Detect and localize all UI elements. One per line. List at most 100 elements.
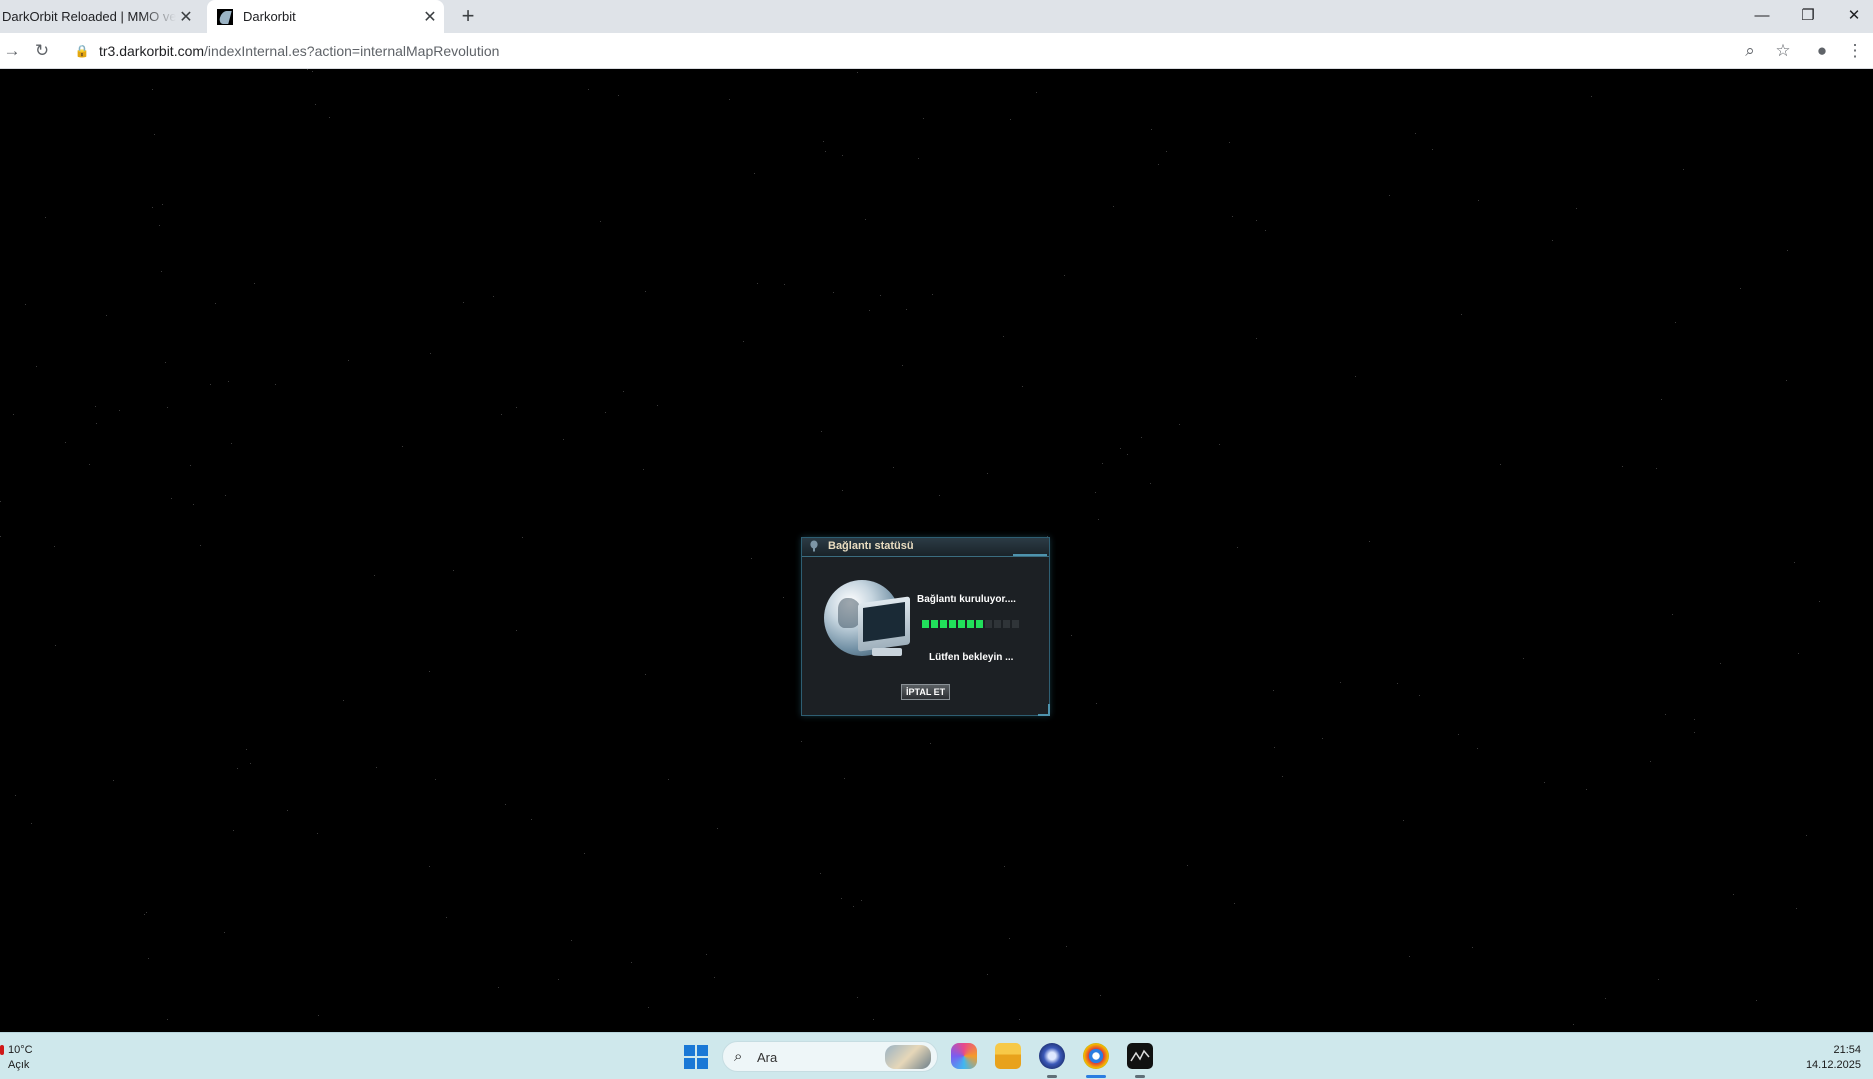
background-star (783, 597, 784, 598)
background-star (1650, 761, 1651, 762)
search-icon: ⌕ (734, 1048, 743, 1065)
lock-icon[interactable]: 🔒 (70, 39, 94, 63)
computer-monitor-icon (858, 596, 910, 652)
background-star (605, 412, 606, 413)
background-star (987, 473, 988, 474)
background-star (1234, 903, 1235, 904)
background-star (95, 406, 96, 407)
background-star (1229, 142, 1230, 143)
background-star (1675, 322, 1676, 323)
zoom-icon[interactable]: ⌕ (1738, 39, 1762, 63)
weather-widget[interactable]: 10°C Açık (8, 1043, 33, 1073)
address-bar[interactable]: tr3.darkorbit.com/indexInternal.es?actio… (99, 43, 499, 59)
close-icon[interactable]: ✕ (420, 7, 440, 27)
background-star (880, 295, 881, 296)
dialog-title: Bağlantı statüsü (828, 540, 914, 552)
connection-progress-bar (922, 620, 1019, 628)
background-star (55, 645, 56, 646)
background-star (152, 207, 153, 208)
dialog-header: Bağlantı statüsü (802, 538, 1049, 557)
background-star (171, 498, 172, 499)
background-star (833, 292, 834, 293)
background-star (825, 151, 826, 152)
background-star (374, 575, 375, 576)
terminal-app-icon[interactable] (1127, 1043, 1153, 1069)
background-star (939, 495, 940, 496)
progress-segment (1012, 620, 1019, 628)
background-star (54, 546, 55, 547)
background-star (1786, 380, 1787, 381)
background-star (1100, 995, 1101, 996)
background-star (225, 495, 226, 496)
header-accent (1013, 554, 1047, 556)
background-star (501, 414, 502, 415)
reload-icon[interactable]: ↻ (30, 39, 54, 63)
background-star (784, 284, 785, 285)
background-star (853, 906, 854, 907)
background-star (1256, 338, 1257, 339)
background-star (1389, 195, 1390, 196)
background-star (154, 134, 155, 135)
chrome-icon[interactable] (1083, 1043, 1109, 1069)
browser-app-icon[interactable] (1039, 1043, 1065, 1069)
background-star (531, 819, 532, 820)
background-star (1095, 492, 1096, 493)
background-star (1756, 1000, 1757, 1001)
background-star (1500, 464, 1501, 465)
progress-segment (967, 620, 974, 628)
background-star (902, 365, 903, 366)
forward-arrow-icon[interactable]: → (0, 39, 24, 63)
profile-icon[interactable]: ● (1810, 39, 1834, 63)
background-star (1461, 314, 1462, 315)
copilot-icon[interactable] (951, 1043, 977, 1069)
background-star (706, 954, 707, 955)
background-star (657, 405, 658, 406)
background-star (643, 469, 644, 470)
file-explorer-icon[interactable] (995, 1043, 1021, 1069)
background-star (429, 671, 430, 672)
close-icon[interactable]: ✕ (176, 7, 196, 27)
background-star (231, 443, 232, 444)
background-star (446, 917, 447, 918)
background-star (717, 828, 718, 829)
background-star (228, 381, 229, 382)
background-star (165, 362, 166, 363)
background-star (493, 296, 494, 297)
background-star (584, 853, 585, 854)
background-star (106, 315, 107, 316)
darkorbit-favicon-icon (217, 8, 233, 25)
tab-darkorbit[interactable]: Darkorbit ✕ (207, 0, 444, 33)
background-star (317, 833, 318, 834)
taskbar-search[interactable]: ⌕ Ara (722, 1041, 938, 1072)
window-close-icon[interactable]: ✕ (1831, 0, 1873, 30)
background-star (113, 780, 114, 781)
restore-icon[interactable]: ❐ (1785, 0, 1831, 30)
windows-start-icon[interactable] (684, 1045, 708, 1069)
background-star (1340, 682, 1341, 683)
background-star (190, 465, 191, 466)
bookmark-star-icon[interactable]: ☆ (1771, 39, 1795, 63)
background-star (215, 303, 216, 304)
tab-title: Darkorbit (243, 9, 296, 24)
background-star (210, 384, 211, 385)
search-highlight-image (885, 1045, 931, 1069)
background-star (857, 72, 858, 73)
game-canvas[interactable]: Bağlantı statüsü Bağlantı kuruluyor.... … (0, 69, 1873, 1032)
system-clock[interactable]: 21:54 14.12.2025 (1806, 1043, 1861, 1073)
cancel-button[interactable]: İPTAL ET (901, 684, 951, 700)
browser-toolbar: → ↻ 🔒 tr3.darkorbit.com/indexInternal.es… (0, 33, 1873, 69)
background-star (1656, 468, 1657, 469)
tab-darkorbit-reloaded[interactable]: DarkOrbit Reloaded | MMO ve Uz ✕ (0, 0, 200, 33)
menu-kebab-icon[interactable]: ⋮ (1843, 39, 1867, 63)
background-star (600, 221, 601, 222)
background-star (714, 977, 715, 978)
background-star (873, 1019, 874, 1020)
background-star (1066, 946, 1067, 947)
background-star (1733, 894, 1734, 895)
background-star (1096, 703, 1097, 704)
new-tab-plus-icon[interactable]: + (456, 4, 480, 28)
background-star (45, 217, 46, 218)
background-star (918, 158, 919, 159)
background-star (1022, 386, 1023, 387)
minimize-icon[interactable]: — (1739, 0, 1785, 30)
